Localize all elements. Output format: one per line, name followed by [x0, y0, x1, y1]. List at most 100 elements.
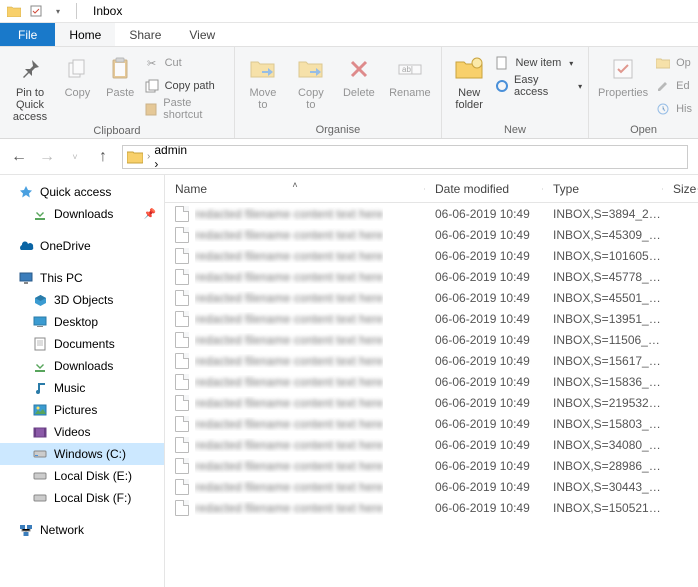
- file-name: redacted filename content text here: [195, 396, 383, 410]
- nav-quick-access[interactable]: Quick access: [0, 181, 164, 203]
- pin-icon: 📌: [144, 209, 156, 220]
- scissors-icon: ✂: [144, 55, 160, 71]
- breadcrumb[interactable]: › This PC›Windows (C:)›Users›admin›Deskt…: [122, 145, 688, 169]
- paste-shortcut-icon: [144, 101, 159, 117]
- recent-dropdown[interactable]: ˅: [66, 152, 84, 162]
- file-row[interactable]: redacted filename content text here06-06…: [165, 350, 698, 371]
- nav-pictures[interactable]: Pictures: [0, 399, 164, 421]
- copy-to-icon: [295, 53, 327, 85]
- copy-button[interactable]: Copy: [58, 51, 97, 99]
- paste-shortcut-button[interactable]: Paste shortcut: [144, 99, 228, 119]
- file-name: redacted filename content text here: [195, 417, 383, 431]
- folder-icon[interactable]: [6, 3, 22, 19]
- file-name: redacted filename content text here: [195, 354, 383, 368]
- file-row[interactable]: redacted filename content text here06-06…: [165, 434, 698, 455]
- file-icon: [175, 458, 189, 474]
- file-row[interactable]: redacted filename content text here06-06…: [165, 266, 698, 287]
- col-date[interactable]: Date modified: [425, 182, 543, 196]
- file-row[interactable]: redacted filename content text here 06-06…: [165, 308, 698, 329]
- file-row[interactable]: redacted filename content text here06-06…: [165, 497, 698, 518]
- file-row[interactable]: redacted filename content text here 06-06…: [165, 413, 698, 434]
- nav-music[interactable]: Music: [0, 377, 164, 399]
- rename-button[interactable]: ab| Rename: [385, 51, 435, 99]
- navigation-pane[interactable]: Quick access Downloads📌 OneDrive This PC…: [0, 175, 165, 587]
- paste-icon: [104, 53, 136, 85]
- cut-button[interactable]: ✂Cut: [144, 53, 228, 73]
- paste-button[interactable]: Paste: [101, 51, 140, 99]
- tab-file[interactable]: File: [0, 23, 55, 46]
- file-icon: [175, 290, 189, 306]
- copy-path-button[interactable]: Copy path: [144, 76, 228, 96]
- file-rows[interactable]: redacted filename content text here 06-06…: [165, 203, 698, 587]
- file-type: INBOX,S=150521_...: [543, 501, 663, 515]
- download-icon: [32, 206, 48, 222]
- new-item-icon: [494, 55, 510, 71]
- new-item-button[interactable]: New item▾: [494, 53, 582, 73]
- file-icon: [175, 332, 189, 348]
- file-date: 06-06-2019 10:49: [425, 312, 543, 326]
- file-row[interactable]: redacted filename content text here06-06…: [165, 245, 698, 266]
- file-row[interactable]: redacted filename content text here06-06…: [165, 371, 698, 392]
- nav-videos[interactable]: Videos: [0, 421, 164, 443]
- properties-icon[interactable]: [28, 3, 44, 19]
- file-name: redacted filename content text here: [195, 312, 383, 326]
- history-button[interactable]: His: [655, 99, 692, 119]
- drive-icon: [32, 490, 48, 506]
- file-type: INBOX,S=15836_2,...: [543, 375, 663, 389]
- file-type: INBOX,S=11506_2,...: [543, 333, 663, 347]
- tab-share[interactable]: Share: [115, 23, 175, 46]
- copy-to-button[interactable]: Copy to: [289, 51, 333, 111]
- file-type: INBOX,S=30443_2,...: [543, 480, 663, 494]
- file-row[interactable]: redacted filename content text here06-06…: [165, 476, 698, 497]
- easy-access-button[interactable]: Easy access▾: [494, 76, 582, 96]
- pictures-icon: [32, 402, 48, 418]
- file-row[interactable]: redacted filename content text here06-06…: [165, 203, 698, 224]
- nav-documents[interactable]: Documents: [0, 333, 164, 355]
- col-name[interactable]: ˄Name: [165, 182, 425, 196]
- nav-local-f[interactable]: Local Disk (F:): [0, 487, 164, 509]
- col-size[interactable]: Size: [663, 182, 698, 196]
- file-date: 06-06-2019 10:49: [425, 417, 543, 431]
- file-row[interactable]: redacted filename content text here06-06…: [165, 455, 698, 476]
- nav-desktop[interactable]: Desktop: [0, 311, 164, 333]
- file-name: redacted filename content text here: [195, 501, 383, 515]
- forward-button[interactable]: →: [38, 148, 56, 166]
- edit-button[interactable]: Ed: [655, 76, 692, 96]
- nav-local-e[interactable]: Local Disk (E:): [0, 465, 164, 487]
- tab-home[interactable]: Home: [55, 23, 115, 46]
- file-date: 06-06-2019 10:49: [425, 396, 543, 410]
- up-button[interactable]: ↑: [94, 148, 112, 166]
- pin-quick-access-button[interactable]: Pin to Quick access: [6, 51, 54, 123]
- nav-onedrive[interactable]: OneDrive: [0, 235, 164, 257]
- network-icon: [18, 522, 34, 538]
- col-type[interactable]: Type: [543, 182, 663, 196]
- nav-downloads-pinned[interactable]: Downloads📌: [0, 203, 164, 225]
- file-row[interactable]: redacted filename content text here06-06…: [165, 224, 698, 245]
- file-name: redacted filename content text here: [195, 228, 383, 242]
- file-row[interactable]: redacted filename content text here06-06…: [165, 287, 698, 308]
- file-icon: [175, 479, 189, 495]
- breadcrumb-item[interactable]: admin: [154, 145, 322, 157]
- nav-windows-c[interactable]: Windows (C:): [0, 443, 164, 465]
- tab-view[interactable]: View: [175, 23, 229, 46]
- desktop-icon: [32, 314, 48, 330]
- nav-3d-objects[interactable]: 3D Objects: [0, 289, 164, 311]
- delete-button[interactable]: Delete: [337, 51, 381, 99]
- open-button[interactable]: Op: [655, 53, 692, 73]
- file-row[interactable]: redacted filename content text here06-06…: [165, 329, 698, 350]
- pc-icon: [18, 270, 34, 286]
- videos-icon: [32, 424, 48, 440]
- nav-network[interactable]: Network: [0, 519, 164, 541]
- back-button[interactable]: ←: [10, 148, 28, 166]
- qat-dropdown-icon[interactable]: ▾: [50, 3, 66, 19]
- file-date: 06-06-2019 10:49: [425, 249, 543, 263]
- new-folder-button[interactable]: New folder: [448, 51, 491, 111]
- nav-downloads[interactable]: Downloads: [0, 355, 164, 377]
- file-row[interactable]: redacted filename content text here 06-06…: [165, 392, 698, 413]
- chevron-down-icon: ▾: [569, 59, 573, 68]
- move-to-button[interactable]: Move to: [241, 51, 285, 111]
- properties-button[interactable]: Properties: [595, 51, 651, 99]
- nav-this-pc[interactable]: This PC: [0, 267, 164, 289]
- easy-access-icon: [494, 78, 509, 94]
- pin-icon: [14, 53, 46, 85]
